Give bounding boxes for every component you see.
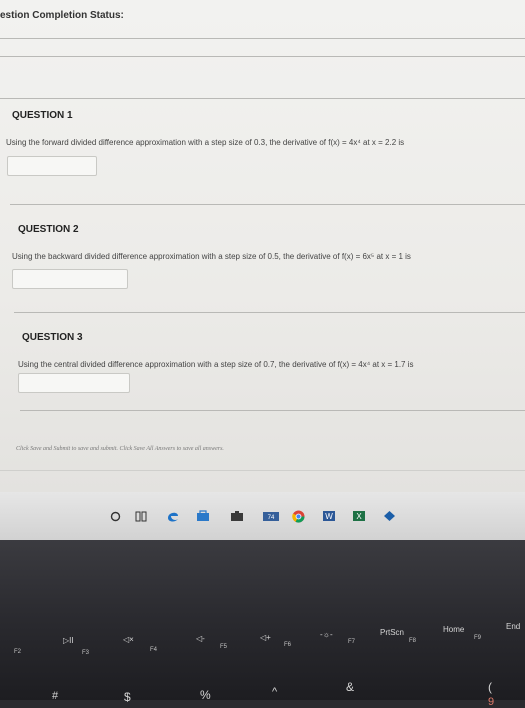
question-2-text: Using the backward divided difference ap… xyxy=(12,252,411,261)
divider xyxy=(0,38,525,39)
divider xyxy=(14,312,525,313)
divider xyxy=(10,204,525,205)
chrome-icon[interactable] xyxy=(291,510,305,523)
question-1-answer-input[interactable] xyxy=(7,156,97,176)
task-view-icon[interactable] xyxy=(134,510,148,522)
key-f8-label: F8 xyxy=(409,638,417,644)
key-f9-label: F9 xyxy=(474,635,482,641)
divider xyxy=(0,98,525,99)
mail-badge: 74 xyxy=(268,515,275,521)
key-ampersand: & xyxy=(346,680,355,694)
divider xyxy=(0,470,525,471)
key-f5-label: F5 xyxy=(220,644,228,650)
mail-icon[interactable]: 74 xyxy=(262,510,280,522)
key-f7-label: F7 xyxy=(348,639,356,645)
laptop-keyboard: ▷II F2 F3 ◁× F4 ◁- F5 ◁+ F6 -☼- F7 PrtSc… xyxy=(0,540,525,708)
divider xyxy=(0,56,525,57)
key-volume-up: ◁+ xyxy=(260,633,271,642)
save-instructions-note: Click Save and Submit to save and submit… xyxy=(16,446,224,452)
question-1-title: QUESTION 1 xyxy=(12,110,73,121)
cortana-search-icon[interactable] xyxy=(108,510,122,522)
store-icon[interactable] xyxy=(196,510,210,522)
completion-status-title: estion Completion Status: xyxy=(0,10,124,21)
question-2-answer-input[interactable] xyxy=(12,269,128,289)
key-dollar: $ xyxy=(124,690,131,704)
key-play-pause: ▷II xyxy=(63,636,74,645)
question-2-title: QUESTION 2 xyxy=(18,224,79,235)
question-3-text: Using the central divided difference app… xyxy=(18,360,414,369)
key-f3-label: F3 xyxy=(82,650,90,656)
question-3-title: QUESTION 3 xyxy=(22,332,83,343)
key-f4-label: F4 xyxy=(150,647,158,653)
app-icon[interactable] xyxy=(382,510,396,522)
key-f6-label: F6 xyxy=(284,642,292,648)
svg-text:W: W xyxy=(325,512,333,521)
svg-text:X: X xyxy=(356,512,362,521)
briefcase-icon[interactable] xyxy=(230,510,244,522)
key-nine: 9 xyxy=(488,696,495,708)
key-mute: ◁× xyxy=(123,635,134,644)
key-left-paren: ( xyxy=(488,680,492,694)
edge-browser-icon[interactable] xyxy=(166,510,180,522)
word-icon[interactable]: W xyxy=(322,510,336,522)
key-caret: ^ xyxy=(272,686,278,698)
key-hash: # xyxy=(52,690,59,702)
question-3-answer-input[interactable] xyxy=(18,373,130,393)
key-home: Home xyxy=(443,625,465,634)
excel-icon[interactable]: X xyxy=(352,510,366,522)
key-volume-down: ◁- xyxy=(196,634,205,643)
key-brightness: -☼- xyxy=(320,630,333,639)
question-1-text: Using the forward divided difference app… xyxy=(6,138,405,147)
browser-viewport: estion Completion Status: QUESTION 1 Usi… xyxy=(0,0,525,492)
key-prtscn: PrtScn xyxy=(380,628,405,637)
divider xyxy=(20,410,525,411)
key-f2-label: F2 xyxy=(14,649,22,655)
key-end: End xyxy=(506,622,521,631)
